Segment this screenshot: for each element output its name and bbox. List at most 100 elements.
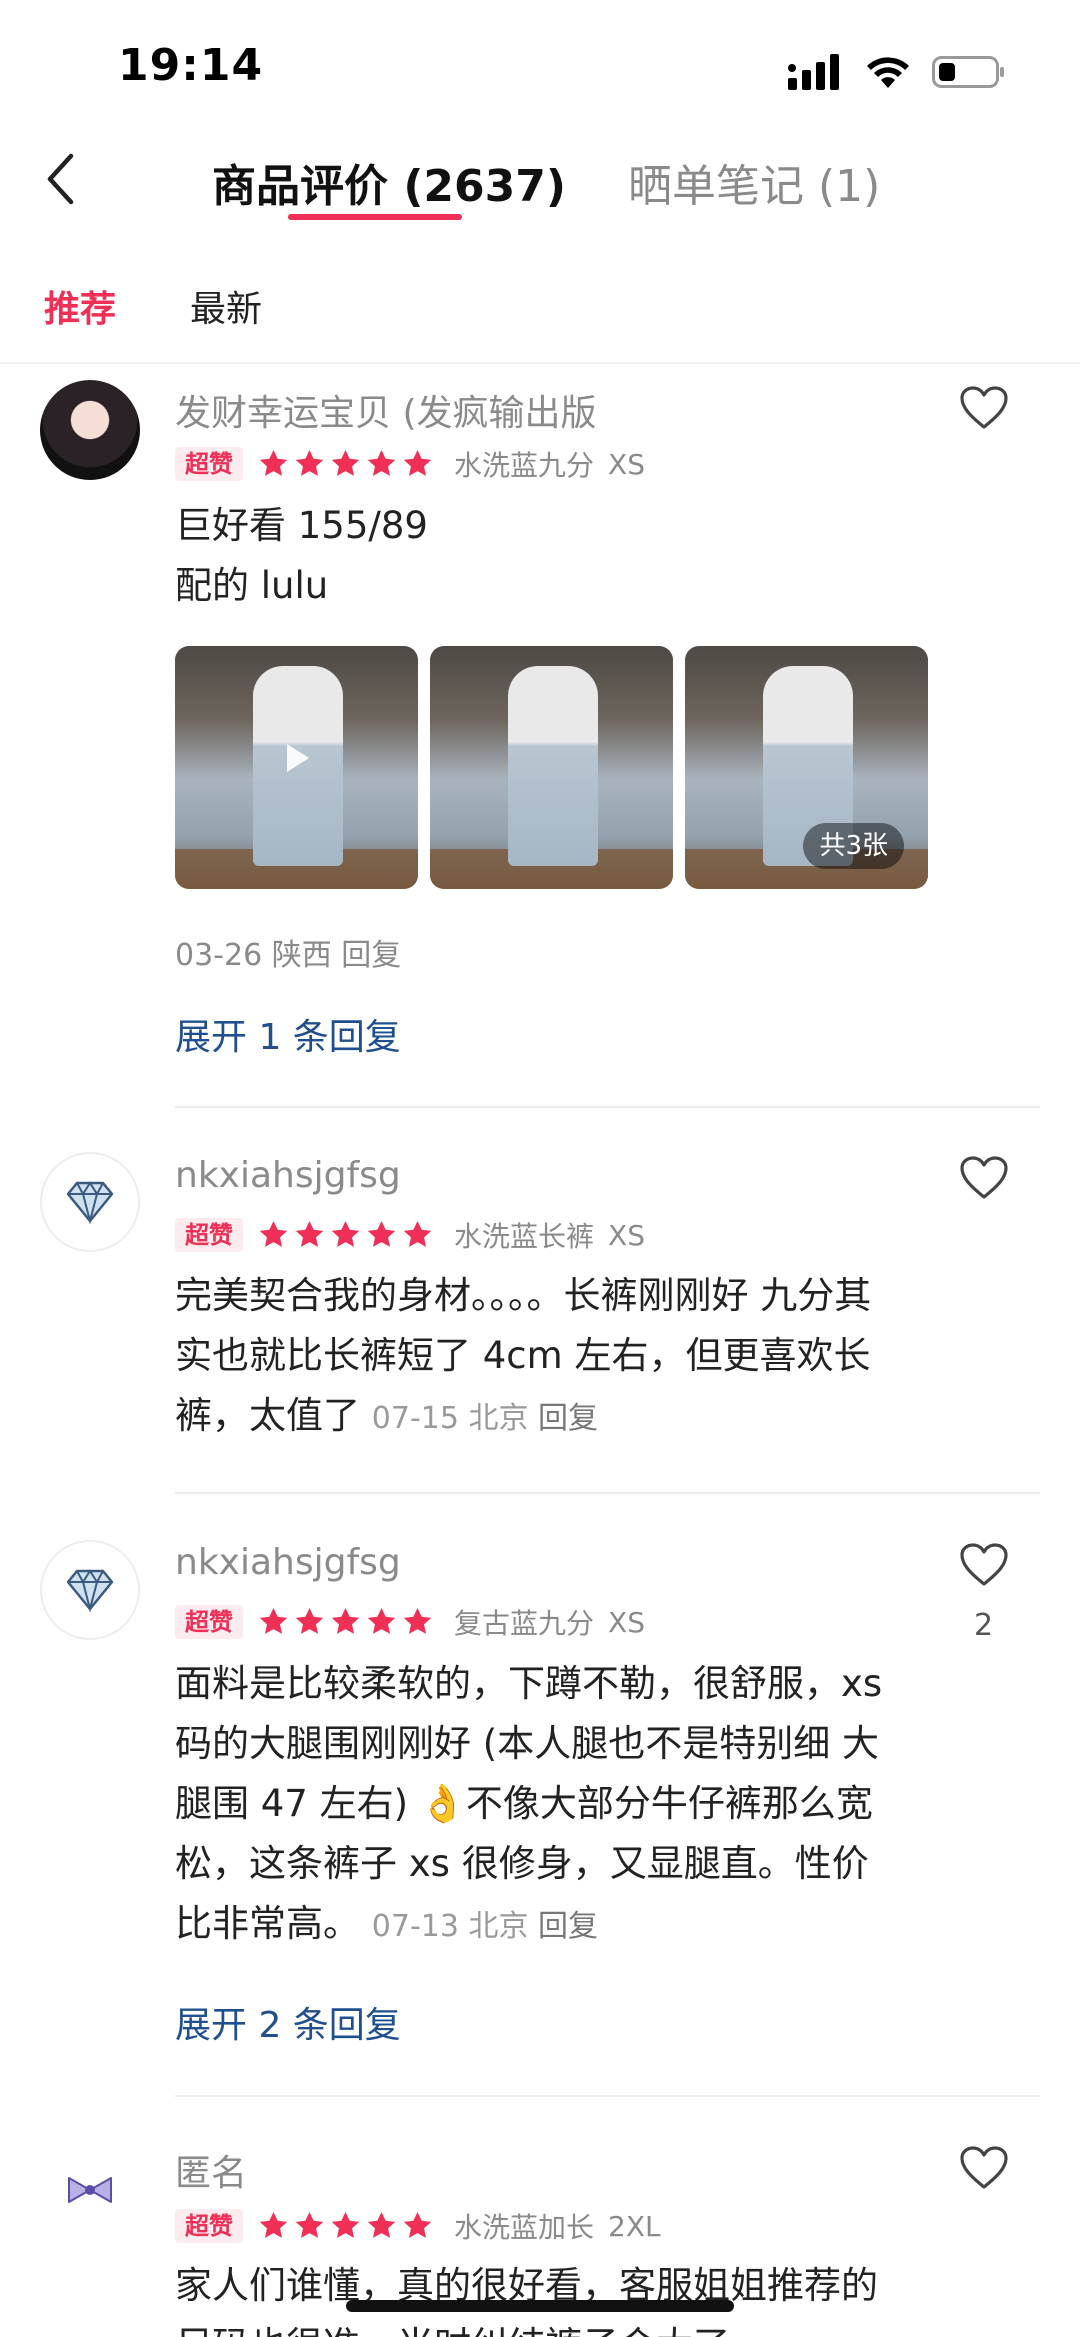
star-rating [257, 1606, 434, 1638]
heart-icon [960, 386, 1008, 429]
sku-variant: 水洗蓝长裤 [454, 1220, 595, 1253]
rating-badge: 超赞 [175, 1218, 243, 1252]
like-count: 2 [974, 1608, 994, 1643]
review-date: 07-13 [371, 1909, 459, 1944]
sku-size: XS [608, 1605, 645, 1639]
star-icon [295, 450, 324, 476]
rating-badge: 超赞 [175, 2209, 243, 2243]
star-icon [367, 450, 396, 476]
star-icon [403, 1608, 432, 1634]
status-bar: 19:14 [0, 0, 1080, 120]
review-date-location: 07-13 北京 回复 [372, 1909, 598, 1944]
review-photo[interactable] [430, 646, 673, 889]
like-button[interactable] [954, 1148, 1014, 1208]
star-icon [295, 1608, 324, 1634]
heart-icon [960, 2146, 1008, 2189]
wifi-icon [867, 57, 909, 88]
divider [0, 362, 1080, 364]
review-meta: 超赞 水洗蓝长裤 XS [175, 1217, 645, 1253]
active-tab-indicator [288, 214, 462, 220]
sku-variant: 复古蓝九分 [454, 1607, 595, 1640]
heart-icon [960, 1543, 1008, 1586]
star-rating [257, 448, 434, 480]
star-icon [259, 1221, 288, 1247]
review-meta: 超赞 复古蓝九分 XS [175, 1604, 645, 1640]
sku-size: XS [608, 1218, 645, 1252]
status-time: 19:14 [118, 40, 264, 91]
diamond-icon [66, 1181, 114, 1224]
sku-size: XS [608, 447, 645, 481]
diamond-icon [66, 1569, 114, 1612]
star-rating [257, 2210, 434, 2242]
star-icon [331, 1608, 360, 1634]
review-date: 07-15 [371, 1401, 459, 1436]
username[interactable]: 发财幸运宝贝 (发疯输出版 [175, 384, 597, 436]
photo-count-badge: 共3张 [803, 823, 904, 869]
sku-size: 2XL [608, 2209, 661, 2243]
sort-filters: 推荐 最新 [0, 270, 1080, 360]
like-button[interactable] [954, 378, 1014, 438]
review-text-block: 完美契合我的身材。。。。长裤刚刚好 九分其实也就比长裤短了 4cm 左右，但更喜… [175, 1266, 895, 1449]
review-meta: 超赞 水洗蓝加长 2XL [175, 2208, 661, 2244]
status-icons [788, 50, 1006, 94]
divider [175, 1106, 1040, 1108]
star-icon [367, 1608, 396, 1634]
review-text: 家人们谁懂，真的很好看，客服姐姐推荐的尺码也很准，当时纠结裤子会太了 [175, 2264, 878, 2337]
review-location: 北京 [468, 1401, 529, 1436]
review-text: 面料是比较柔软的，下蹲不勒，很舒服，xs码的大腿围刚刚好 (本人腿也不是特别细 … [175, 1662, 883, 1945]
review-text: 巨好看 155/89 配的 lulu [175, 504, 428, 607]
review-date-location: 03-26 陕西 回复 [175, 938, 402, 973]
star-icon [403, 1221, 432, 1247]
star-icon [367, 1221, 396, 1247]
sku-variant: 水洗蓝九分 [454, 449, 595, 482]
rating-badge: 超赞 [175, 447, 243, 481]
username[interactable]: 匿名 [175, 2144, 247, 2196]
heart-icon [960, 1156, 1008, 1199]
chevron-left-icon [47, 153, 74, 205]
star-icon [331, 450, 360, 476]
review-text-block: 面料是比较柔软的，下蹲不勒，很舒服，xs码的大腿围刚刚好 (本人腿也不是特别细 … [175, 1654, 895, 1957]
star-icon [403, 450, 432, 476]
avatar[interactable] [40, 1152, 140, 1252]
bow-icon [68, 2177, 112, 2203]
battery-icon [932, 56, 1004, 88]
filter-latest[interactable]: 最新 [190, 280, 262, 332]
reply-link[interactable]: 回复 [538, 1401, 598, 1436]
username[interactable]: nkxiahsjgfsg [175, 1155, 401, 1196]
star-icon [295, 1221, 324, 1247]
photo-figure [508, 666, 598, 866]
play-icon [287, 744, 309, 772]
sku-variant: 水洗蓝加长 [454, 2211, 595, 2244]
reply-link[interactable]: 回复 [538, 1909, 598, 1944]
header: 商品评价 (2637) 晒单笔记 (1) [0, 130, 1080, 240]
star-icon [259, 2212, 288, 2238]
review-meta: 超赞 水洗蓝九分 XS [175, 446, 645, 482]
star-icon [331, 2212, 360, 2238]
review-photo[interactable]: 共3张 [685, 646, 928, 889]
cellular-signal-icon [788, 54, 839, 90]
star-icon [295, 2212, 324, 2238]
star-icon [259, 450, 288, 476]
like-button[interactable] [954, 1535, 1014, 1595]
expand-replies-link[interactable]: 展开 2 条回复 [175, 1996, 401, 2048]
username[interactable]: nkxiahsjgfsg [175, 1542, 401, 1583]
divider [175, 1492, 1040, 1494]
expand-replies-link[interactable]: 展开 1 条回复 [175, 1008, 401, 1060]
divider [175, 2095, 1040, 2097]
avatar[interactable] [40, 1540, 140, 1640]
tab-reviews[interactable]: 商品评价 (2637) [212, 150, 566, 214]
star-icon [259, 1608, 288, 1634]
review-photo[interactable] [175, 646, 418, 889]
avatar[interactable] [40, 2140, 140, 2240]
filter-recommended[interactable]: 推荐 [44, 280, 116, 332]
review-location: 北京 [468, 1909, 529, 1944]
star-icon [403, 2212, 432, 2238]
rating-badge: 超赞 [175, 1605, 243, 1639]
home-indicator [346, 2300, 734, 2312]
back-button[interactable] [30, 144, 90, 214]
star-icon [367, 2212, 396, 2238]
like-button[interactable] [954, 2138, 1014, 2198]
tab-notes[interactable]: 晒单笔记 (1) [628, 150, 880, 214]
review-photos: 共3张 [175, 646, 928, 889]
avatar[interactable] [40, 380, 140, 480]
